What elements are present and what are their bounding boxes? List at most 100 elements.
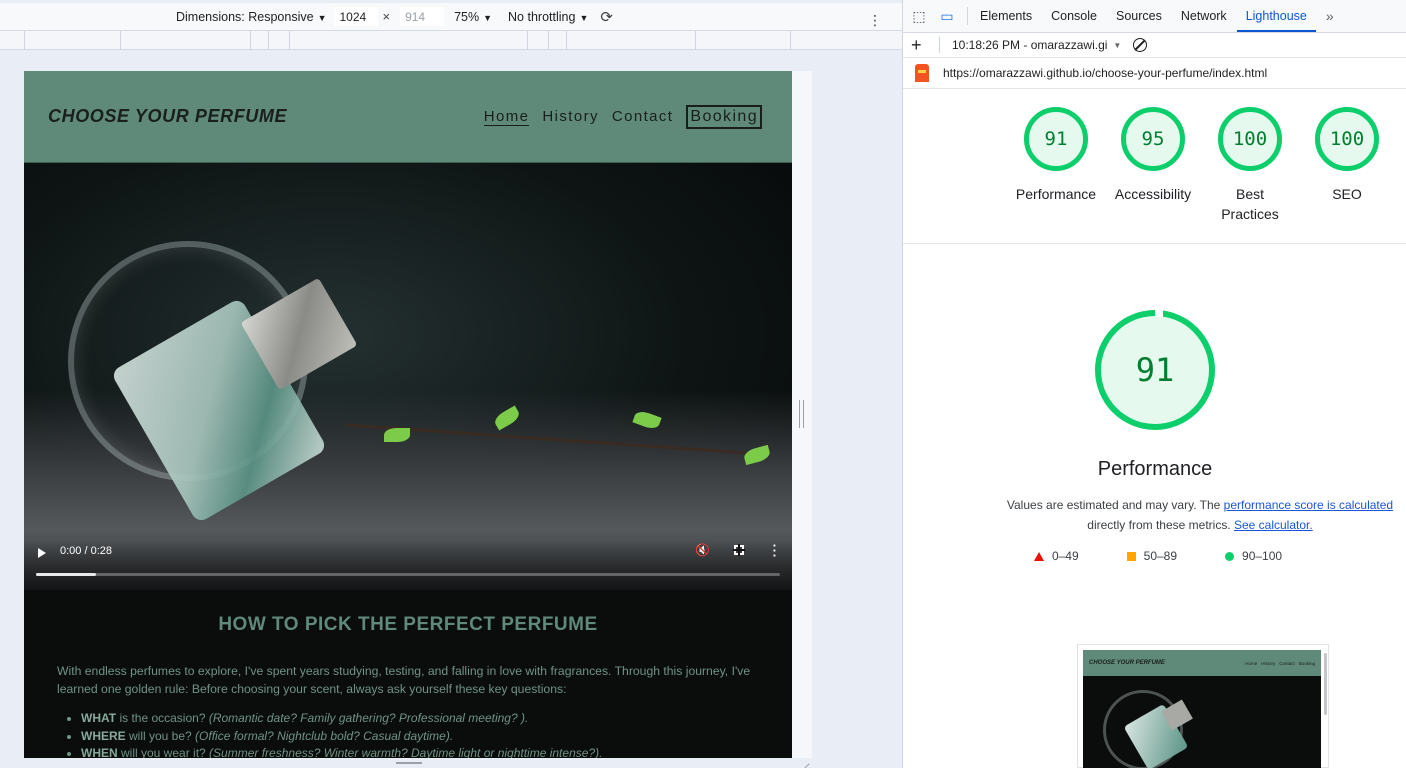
tab-sources[interactable]: Sources: [1116, 9, 1162, 23]
gauge-ring: 91: [1024, 107, 1088, 171]
fullscreen-icon[interactable]: [733, 544, 745, 556]
thumbnail-nav-item: History: [1261, 660, 1276, 666]
score-calculated-link[interactable]: performance score is calculated: [1224, 498, 1393, 512]
note-text: Values are estimated and may vary. The: [1006, 498, 1224, 512]
nav-booking[interactable]: Booking: [686, 104, 762, 129]
tab-lighthouse[interactable]: Lighthouse: [1236, 9, 1317, 32]
score-label: Performance: [1015, 186, 1097, 202]
emulated-page: CHOOSE YOUR PERFUME Home History Contact…: [24, 71, 792, 758]
question-hint: (Romantic date? Family gathering? Profes…: [208, 711, 529, 725]
thumbnail-nav-item: Contact: [1279, 660, 1295, 666]
performance-detail: 91 Performance Values are estimated and …: [903, 309, 1406, 563]
device-toggle-icon[interactable]: ▭: [939, 8, 955, 24]
dimensions-label: Dimensions: Responsive: [176, 9, 314, 24]
section-heading: HOW TO PICK THE PERFECT PERFUME: [218, 614, 598, 635]
gauge-ring: 95: [1121, 107, 1185, 171]
final-screenshot-thumbnail[interactable]: CHOOSE YOUR PERFUME Home History Contact…: [1077, 644, 1329, 768]
leaf-image: [384, 428, 410, 442]
circle-icon: [1225, 551, 1235, 561]
video-time: 0:00 / 0:28: [60, 545, 112, 557]
performance-note: Values are estimated and may vary. The p…: [903, 495, 1406, 535]
viewport-bottom-handle[interactable]: [396, 762, 422, 764]
intro-paragraph: With endless perfumes to explore, I've s…: [57, 664, 751, 696]
score-label: SEO: [1332, 186, 1362, 202]
triangle-icon: [1033, 551, 1044, 561]
score-label: Best Practices: [1221, 186, 1279, 222]
legend-fail: 0–49: [1033, 549, 1079, 563]
more-options-icon[interactable]: ⋮: [868, 12, 882, 29]
thumbnail-nav-item: Booking: [1298, 660, 1315, 666]
play-icon[interactable]: [38, 548, 46, 558]
gauge-accessibility[interactable]: 95 Accessibility: [1108, 107, 1198, 204]
score-summary: 91 Performance 95 Accessibility 100 Best…: [903, 89, 1406, 244]
zoom-dropdown[interactable]: 75% ▼: [454, 10, 492, 24]
report-select[interactable]: 10:18:26 PM - omarazzawi.gi: [952, 38, 1107, 52]
legend-label: 50–89: [1143, 549, 1178, 563]
score-value: 100: [1232, 128, 1268, 150]
tab-elements[interactable]: Elements: [980, 9, 1032, 23]
gauge-seo[interactable]: 100 SEO: [1302, 107, 1392, 204]
chevron-down-icon[interactable]: ▼: [1113, 41, 1121, 50]
mute-icon[interactable]: 🔇: [695, 543, 710, 557]
nav-contact[interactable]: Contact: [612, 108, 674, 125]
performance-score: 91: [1135, 351, 1175, 389]
performance-gauge: 91: [1095, 309, 1215, 430]
height-input[interactable]: 914: [400, 7, 445, 26]
viewport-resize-handle[interactable]: [799, 400, 804, 428]
video-progress-bar[interactable]: [36, 573, 780, 576]
dimensions-dropdown[interactable]: Dimensions: Responsive ▼: [176, 10, 326, 24]
gauge-best-practices[interactable]: 100 Best Practices: [1205, 107, 1295, 224]
site-nav: Home History Contact Booking: [483, 104, 762, 129]
device-viewport-area: Dimensions: Responsive ▼ 1024 × 914 75% ▼ …: [0, 0, 902, 768]
throttling-label: No throttling: [508, 9, 576, 24]
gauge-performance[interactable]: 91 Performance: [1011, 107, 1101, 204]
rotate-icon[interactable]: ⟳: [600, 8, 613, 26]
performance-title: Performance: [1097, 458, 1213, 480]
times-sign: ×: [382, 9, 391, 24]
tab-network[interactable]: Network: [1181, 9, 1227, 23]
gauge-ring: 100: [1218, 107, 1282, 171]
nav-history[interactable]: History: [542, 108, 598, 125]
score-label: Accessibility: [1114, 186, 1192, 202]
nav-home[interactable]: Home: [483, 108, 530, 126]
list-item: WHERE will you be? (Office formal? Night…: [81, 728, 759, 746]
inspect-element-icon[interactable]: ⬚: [911, 8, 927, 24]
tab-console[interactable]: Console: [1051, 9, 1097, 23]
media-query-ruler[interactable]: [0, 31, 902, 50]
question-list: WHAT is the occasion? (Romantic date? Fa…: [57, 710, 759, 758]
throttling-dropdown[interactable]: No throttling ▼: [508, 10, 588, 24]
report-url-bar: https://omarazzawi.github.io/choose-your…: [903, 58, 1406, 89]
more-tabs-icon[interactable]: »: [1326, 8, 1334, 24]
thumbnail-logo: CHOOSE YOUR PERFUME: [1089, 660, 1165, 666]
viewport-corner-handle[interactable]: [798, 758, 810, 768]
zoom-label: 75%: [454, 9, 480, 24]
legend-pass: 90–100: [1225, 549, 1282, 563]
thumbnail-header: CHOOSE YOUR PERFUME Home History Contact…: [1083, 650, 1321, 676]
score-value: 91: [1044, 128, 1068, 150]
square-icon: [1126, 551, 1136, 561]
question-key: WHEN: [81, 746, 118, 758]
thumbnail-scrollbar[interactable]: [1324, 653, 1327, 715]
question-hint: (Office formal? Nightclub bold? Casual d…: [195, 728, 454, 743]
clear-icon[interactable]: [1133, 38, 1148, 52]
video-more-icon[interactable]: · · ·: [773, 539, 777, 562]
hero-video[interactable]: 0:00 / 0:28 🔇 · · ·: [24, 163, 792, 590]
intro-section: HOW TO PICK THE PERFECT PERFUME With end…: [24, 614, 792, 758]
lighthouse-toolbar: + 10:18:26 PM - omarazzawi.gi ▼: [903, 33, 1406, 58]
report-url[interactable]: https://omarazzawi.github.io/choose-your…: [943, 66, 1267, 80]
divider: [939, 37, 940, 53]
site-logo[interactable]: CHOOSE YOUR PERFUME: [48, 106, 287, 127]
legend-label: 0–49: [1051, 549, 1079, 563]
chevron-down-icon: ▼: [579, 12, 589, 23]
thumbnail-nav: Home History Contact Booking: [1245, 661, 1315, 666]
new-report-icon[interactable]: +: [911, 36, 925, 54]
gauge-ring: 100: [1315, 107, 1379, 171]
note-text: directly from these metrics.: [1087, 518, 1234, 532]
legend-average: 50–89: [1126, 549, 1178, 563]
devtools-tab-bar: ⬚ ▭ Elements Console Sources Network Lig…: [903, 0, 1406, 33]
width-input[interactable]: 1024: [334, 7, 379, 26]
see-calculator-link[interactable]: See calculator.: [1234, 518, 1313, 532]
thumbnail-page: CHOOSE YOUR PERFUME Home History Contact…: [1083, 650, 1321, 768]
lighthouse-icon: [915, 64, 929, 82]
thumbnail-nav-item: Home: [1245, 660, 1258, 666]
